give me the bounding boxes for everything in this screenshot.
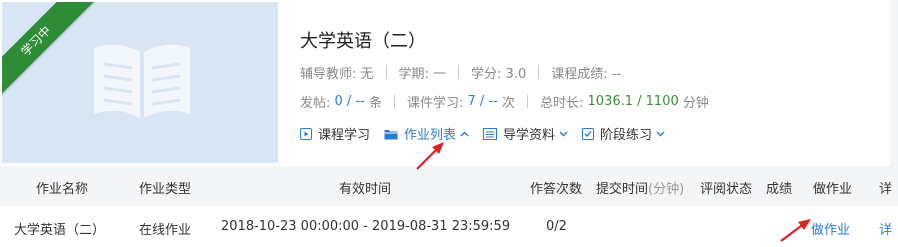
checklist-icon	[582, 127, 595, 140]
col-time-header: 有效时间	[339, 182, 392, 197]
homework-table-header: 作业名称 作业类型 有效时间 作答次数 提交时间(分钟) 评阅状态 成绩 做作业…	[0, 166, 898, 206]
col-do-header: 做作业	[813, 182, 853, 197]
course-meta-row-2: 发帖: 0 / -- 条 课件学习: 7 / -- 次 总时长: 1036.1 …	[300, 92, 709, 111]
cell-type: 在线作业	[139, 223, 192, 238]
cell-attempts: 0/2	[546, 219, 567, 234]
course-cover[interactable]: 学习中	[2, 2, 278, 163]
lessons-label: 课件学习:	[407, 96, 464, 111]
detail-link[interactable]: 详	[879, 219, 892, 238]
divider	[538, 66, 540, 79]
chevron-up-icon	[460, 131, 469, 137]
course-nav: 课程学习 作业列表 导学资料 阶段练习	[300, 124, 679, 143]
posts-unit: 条	[368, 96, 382, 111]
col-submit-time-unit: (分钟)	[648, 182, 685, 197]
lessons-unit: 次	[501, 96, 515, 111]
col-detail-header: 详	[879, 182, 893, 197]
folder-icon	[384, 128, 398, 140]
posts-value: 0 / --	[334, 94, 365, 109]
col-review-status-header: 评阅状态	[700, 182, 753, 197]
lessons-value: 7 / --	[467, 94, 498, 109]
divider	[394, 95, 395, 108]
status-ribbon: 学习中	[2, 2, 95, 100]
page-gutter	[890, 0, 898, 166]
posts-label: 发帖:	[300, 96, 331, 111]
nav-homework-list[interactable]: 作业列表	[384, 124, 469, 143]
col-name-header: 作业名称	[36, 182, 89, 197]
nav-label: 阶段练习	[600, 128, 653, 143]
term-label: 学期: 一	[398, 67, 447, 82]
course-title: 大学英语（二）	[300, 31, 426, 52]
col-attempts-header: 作答次数	[530, 182, 583, 197]
nav-label: 导学资料	[503, 128, 556, 143]
nav-label: 课程学习	[318, 128, 371, 143]
col-submit-time-label: 提交时间	[596, 182, 649, 197]
col-score-header: 成绩	[766, 182, 793, 197]
col-submit-time-header: 提交时间(分钟)	[596, 178, 684, 197]
duration-label: 总时长:	[540, 96, 584, 111]
col-type-header: 作业类型	[139, 182, 192, 197]
credit-label: 学分: 3.0	[471, 67, 527, 82]
nav-guide-materials[interactable]: 导学资料	[483, 124, 568, 143]
duration-unit: 分钟	[682, 96, 709, 111]
do-homework-link[interactable]: 做作业	[811, 219, 850, 238]
duration-value: 1036.1 / 1100	[587, 94, 679, 109]
chevron-down-icon	[656, 131, 665, 137]
table-row: 大学英语（二） 在线作业 2018-10-23 00:00:00 - 2019-…	[0, 206, 898, 247]
list-icon	[483, 127, 498, 140]
play-icon	[300, 127, 312, 140]
nav-label: 作业列表	[404, 128, 457, 143]
divider	[527, 95, 528, 108]
cell-name: 大学英语（二）	[14, 223, 106, 238]
divider	[385, 66, 387, 79]
nav-stage-practice[interactable]: 阶段练习	[582, 124, 665, 143]
nav-course-study[interactable]: 课程学习	[300, 124, 370, 143]
divider	[458, 66, 460, 79]
chevron-down-icon	[559, 131, 568, 137]
teacher-label: 辅导教师: 无	[300, 67, 374, 82]
course-meta-row-1: 辅导教师: 无 学期: 一 学分: 3.0 课程成绩: --	[300, 63, 621, 82]
course-score-label: 课程成绩: --	[551, 67, 622, 82]
cell-time: 2018-10-23 00:00:00 - 2019-08-31 23:59:5…	[221, 219, 511, 234]
course-card: 学习中 大学英语（二） 辅导教师: 无 学期: 一 学分: 3.0 课程成绩: …	[0, 0, 890, 165]
